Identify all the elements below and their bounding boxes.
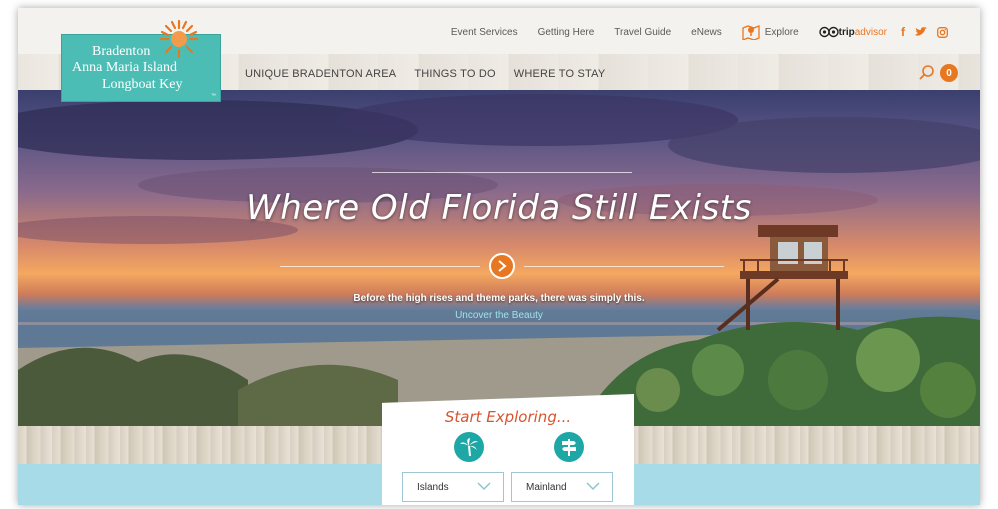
islands-dropdown[interactable]: Islands bbox=[402, 472, 504, 502]
enews-link[interactable]: eNews bbox=[691, 27, 722, 38]
nav-where-to-stay[interactable]: WHERE TO STAY bbox=[514, 68, 606, 80]
browser-page: Event Services Getting Here Travel Guide… bbox=[18, 8, 980, 505]
hero-title: Where Old Florida Still Exists bbox=[246, 188, 752, 228]
map-icon bbox=[742, 25, 760, 40]
instagram-icon[interactable] bbox=[937, 26, 948, 38]
getting-here-link[interactable]: Getting Here bbox=[538, 27, 595, 38]
mainland-label: Mainland bbox=[526, 481, 567, 493]
tripadvisor-advisor: advisor bbox=[854, 26, 887, 38]
nav-things-to-do[interactable]: THINGS TO DO bbox=[414, 68, 495, 80]
logo-line-longboat-key: Longboat Key bbox=[102, 77, 183, 92]
main-nav: UNIQUE BRADENTON AREA THINGS TO DO WHERE… bbox=[245, 68, 605, 80]
islands-label: Islands bbox=[417, 481, 449, 493]
tripadvisor-owl-icon bbox=[818, 26, 839, 38]
chevron-down-icon bbox=[477, 482, 491, 491]
nav-unique-bradenton-area[interactable]: UNIQUE BRADENTON AREA bbox=[245, 68, 396, 80]
facebook-icon[interactable]: f bbox=[901, 25, 905, 39]
cart-count-badge[interactable]: 0 bbox=[940, 64, 958, 82]
utility-links: Event Services Getting Here Travel Guide… bbox=[431, 24, 948, 40]
event-services-link[interactable]: Event Services bbox=[451, 27, 518, 38]
hero-rule-right bbox=[524, 266, 724, 267]
chevron-down-icon bbox=[586, 482, 600, 491]
tripadvisor-link[interactable]: trip advisor bbox=[818, 26, 887, 38]
start-exploring-title: Start Exploring... bbox=[444, 408, 572, 426]
tripadvisor-trip: trip bbox=[838, 26, 855, 38]
hero-banner: Where Old Florida Still Exists Before th… bbox=[18, 90, 980, 430]
twitter-icon[interactable] bbox=[915, 27, 927, 37]
mainland-dropdown[interactable]: Mainland bbox=[511, 472, 613, 502]
logo-line-bradenton: Bradenton bbox=[92, 44, 151, 59]
palm-tree-icon bbox=[454, 432, 484, 462]
sun-logo-icon bbox=[159, 19, 199, 59]
search-icon[interactable] bbox=[918, 64, 936, 82]
hero-subtitle: Before the high rises and theme parks, t… bbox=[353, 293, 645, 304]
explore-link[interactable]: Explore bbox=[742, 24, 799, 40]
signpost-icon bbox=[554, 432, 584, 462]
site-logo[interactable]: Bradenton Anna Maria Island Longboat Key… bbox=[61, 19, 221, 102]
uncover-beauty-link[interactable]: Uncover the Beauty bbox=[18, 310, 980, 321]
start-exploring-panel: Start Exploring... Islands Mainland bbox=[382, 394, 634, 505]
travel-guide-link[interactable]: Travel Guide bbox=[614, 27, 671, 38]
hero-rule-top bbox=[372, 172, 632, 173]
trademark-mark: ™ bbox=[211, 93, 216, 99]
social-links: f bbox=[901, 25, 948, 39]
explore-label: Explore bbox=[764, 26, 799, 38]
hero-arrow-button[interactable] bbox=[489, 253, 515, 279]
logo-line-anna-maria-island: Anna Maria Island bbox=[72, 60, 177, 75]
hero-rule-left bbox=[280, 266, 480, 267]
chevron-right-icon bbox=[498, 260, 507, 272]
